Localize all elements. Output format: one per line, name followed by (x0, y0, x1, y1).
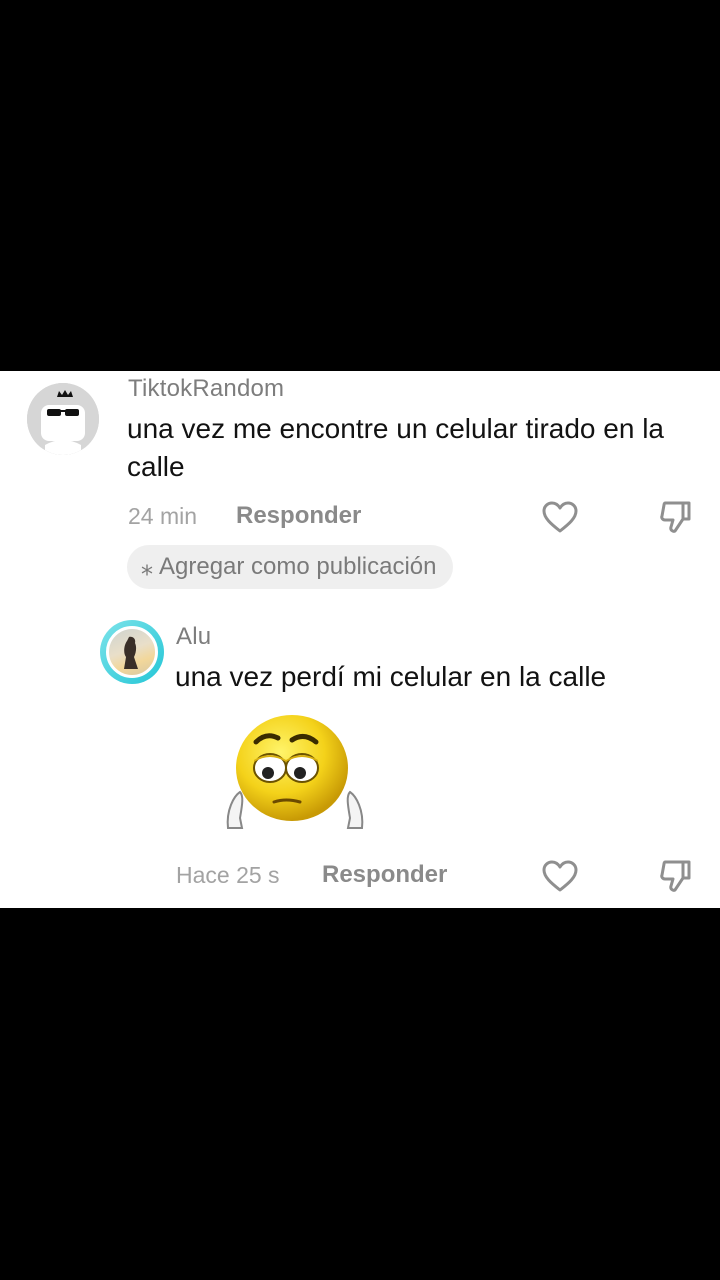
add-as-post-button[interactable]: ⁎ Agregar como publicación (127, 545, 453, 589)
thumbs-down-icon (660, 860, 691, 892)
sparkle-icon: ⁎ (141, 553, 153, 581)
dislike-button[interactable] (656, 497, 696, 537)
reply-button[interactable]: Responder (236, 502, 361, 530)
comment-text: una vez me encontre un celular tirado en… (127, 413, 664, 482)
avatar-photo (106, 626, 158, 678)
thumbs-down-icon (660, 501, 691, 533)
comment-username[interactable]: TiktokRandom (128, 375, 284, 403)
add-as-post-label: Agregar como publicación (159, 553, 437, 580)
sunglasses-face-avatar-icon (27, 383, 99, 455)
like-button[interactable] (540, 856, 580, 896)
comment-timestamp: Hace 25 s (176, 862, 280, 888)
sad-emoji-sticker (220, 710, 370, 840)
heart-icon (542, 860, 578, 892)
comment-timestamp: 24 min (128, 503, 198, 529)
avatar[interactable] (27, 383, 99, 455)
comment-username[interactable]: Alu (176, 623, 211, 651)
dislike-button[interactable] (656, 856, 696, 896)
like-button[interactable] (540, 497, 580, 537)
reply-button[interactable]: Responder (322, 861, 447, 889)
heart-icon (542, 501, 578, 533)
avatar[interactable] (100, 620, 164, 684)
comment-text: una vez perdí mi celular en la calle (175, 661, 607, 692)
